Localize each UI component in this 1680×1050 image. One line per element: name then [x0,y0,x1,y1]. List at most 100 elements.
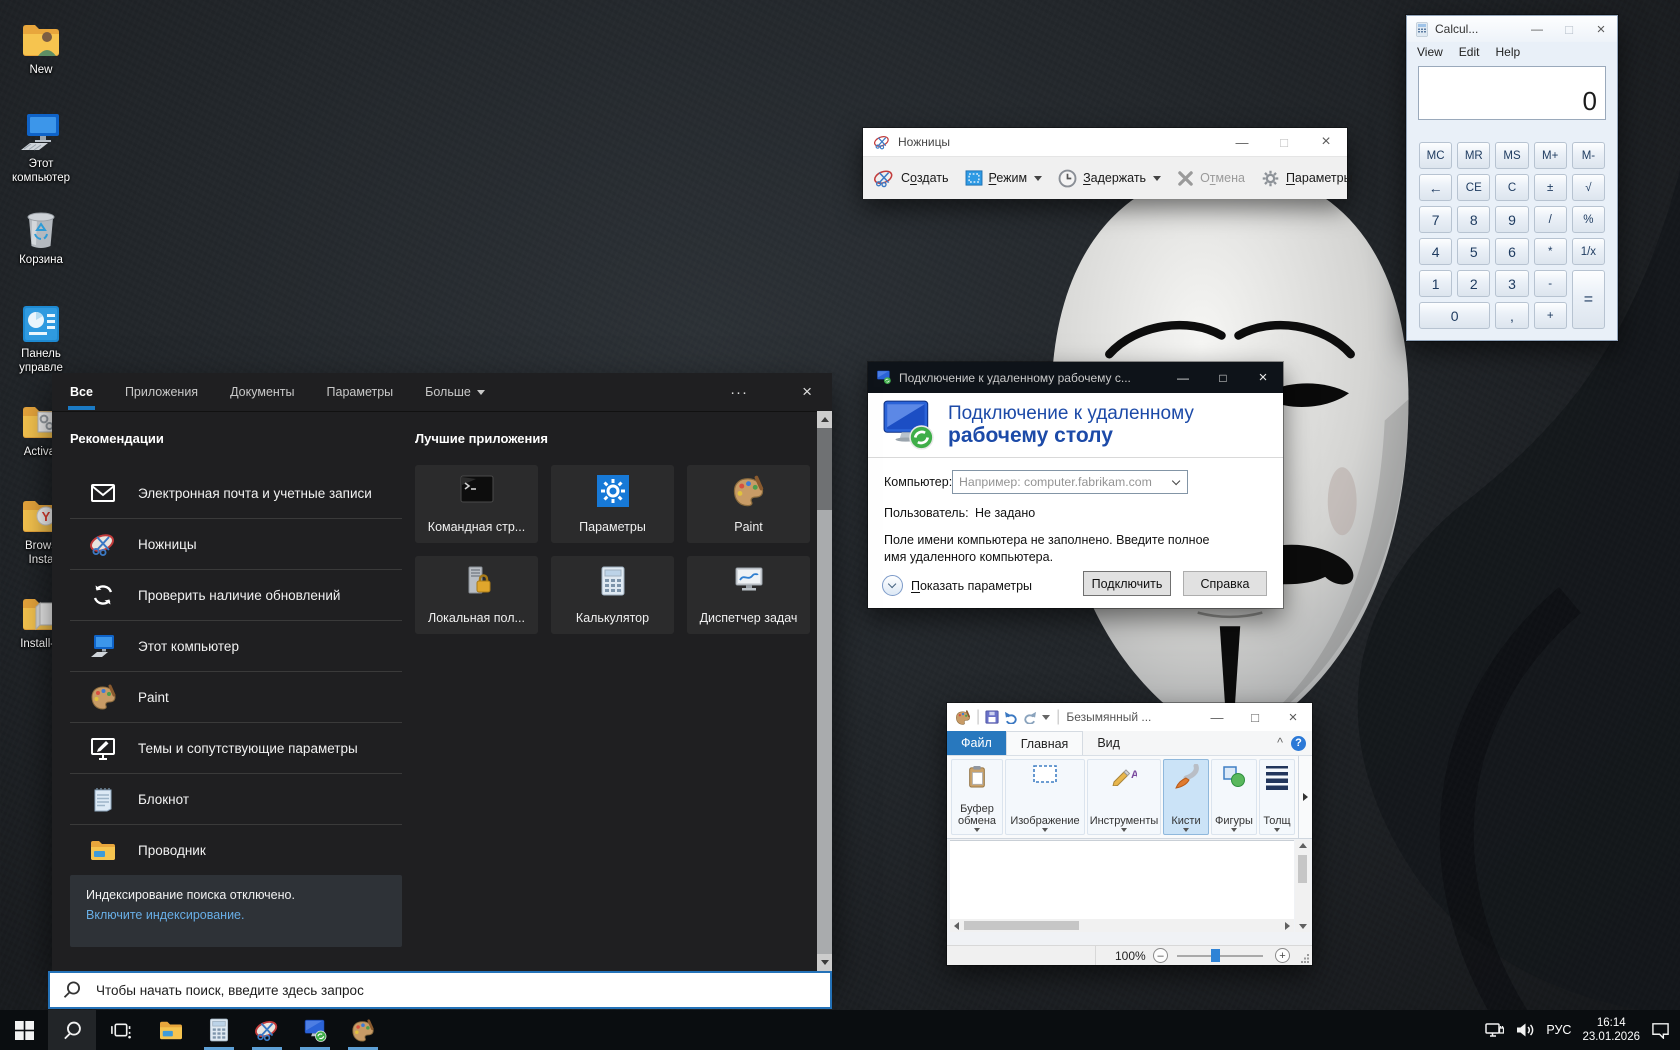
desktop-icon-this-pc[interactable]: Этот компьютер [2,106,80,185]
tile-paint[interactable]: Paint [687,465,810,543]
show-options-toggle[interactable]: Показать параметры [882,575,1032,596]
scrollbar-thumb[interactable] [964,921,1079,930]
key-2[interactable]: 2 [1457,270,1490,297]
maximize-button[interactable]: □ [1553,16,1585,42]
list-item-notepad[interactable]: Блокнот [70,773,402,824]
taskbar-snipping-button[interactable] [243,1010,291,1050]
key-backspace[interactable]: ← [1419,174,1452,201]
taskbar-clock[interactable]: 16:14 23.01.2026 [1582,1016,1640,1044]
tab-apps[interactable]: Приложения [125,385,198,399]
quick-access-dropdown-icon[interactable] [1042,715,1050,720]
image-group-button[interactable]: Изображение [1005,759,1085,835]
zoom-in-button[interactable]: + [1275,948,1290,963]
list-item-themes[interactable]: Темы и сопутствующие параметры [70,722,402,773]
key-5[interactable]: 5 [1457,238,1490,265]
tab-home[interactable]: Главная [1006,731,1084,755]
key-mplus[interactable]: M+ [1534,142,1567,169]
key-1[interactable]: 1 [1419,270,1452,297]
tile-cmd[interactable]: Командная стр... [415,465,538,543]
key-c[interactable]: C [1495,174,1528,201]
maximize-button[interactable]: □ [1203,362,1243,393]
key-percent[interactable]: % [1572,206,1605,233]
taskbar-search-button[interactable] [48,1010,96,1050]
tab-all[interactable]: Все [70,385,93,399]
list-item-paint[interactable]: Paint [70,671,402,722]
zoom-slider-track[interactable] [1177,955,1263,957]
list-item-this-pc[interactable]: Этот компьютер [70,620,402,671]
undo-button[interactable] [1004,711,1019,724]
help-button[interactable]: Справка [1183,571,1267,596]
minimize-button[interactable]: — [1521,16,1553,42]
minimize-button[interactable]: — [1163,362,1203,393]
key-mr[interactable]: MR [1457,142,1490,169]
scroll-down-button[interactable] [817,954,832,971]
menu-edit[interactable]: Edit [1459,45,1480,59]
key-minus[interactable]: - [1534,270,1567,297]
tab-documents[interactable]: Документы [230,385,294,399]
new-snip-button[interactable]: Создать [873,168,949,188]
panel-scrollbar[interactable] [817,411,832,971]
list-item-snipping[interactable]: Ножницы [70,518,402,569]
vertical-scrollbar[interactable] [1295,840,1310,932]
resize-grip-icon[interactable] [1301,954,1310,963]
key-divide[interactable]: / [1534,206,1567,233]
save-button[interactable] [985,710,999,724]
key-7[interactable]: 7 [1419,206,1452,233]
list-item-mail[interactable]: Электронная почта и учетные записи [70,468,402,518]
minimize-button[interactable]: — [1198,703,1236,731]
collapse-ribbon-button[interactable]: ^ [1277,731,1283,755]
ribbon-scroll-right-button[interactable] [1298,756,1312,838]
enable-indexing-link[interactable]: Включите индексирование. [86,908,386,922]
key-9[interactable]: 9 [1495,206,1528,233]
line-weight-group-button[interactable]: Толщ [1259,759,1295,835]
tab-settings[interactable]: Параметры [327,385,394,399]
list-item-explorer[interactable]: Проводник [70,824,402,875]
key-multiply[interactable]: * [1534,238,1567,265]
calculator-title-bar[interactable]: Calcul... — □ × [1407,16,1617,42]
tile-settings[interactable]: Параметры [551,465,674,543]
maximize-button[interactable]: □ [1236,703,1274,731]
tile-calculator[interactable]: Калькулятор [551,556,674,634]
paint-canvas[interactable] [950,840,1294,919]
language-indicator[interactable]: РУС [1546,1023,1571,1037]
key-8[interactable]: 8 [1457,206,1490,233]
rdp-title-bar[interactable]: Подключение к удаленному рабочему с... —… [868,362,1283,393]
close-button[interactable]: × [1274,703,1312,731]
key-0[interactable]: 0 [1419,302,1490,329]
key-plus[interactable]: + [1534,302,1567,329]
scrollbar-thumb[interactable] [1298,855,1307,883]
key-3[interactable]: 3 [1495,270,1528,297]
key-6[interactable]: 6 [1495,238,1528,265]
taskbar-explorer-button[interactable] [147,1010,195,1050]
key-ce[interactable]: CE [1457,174,1490,201]
maximize-button[interactable]: □ [1263,128,1305,156]
action-center-icon[interactable] [1651,1021,1670,1039]
key-sqrt[interactable]: √ [1572,174,1605,201]
key-decimal[interactable]: , [1495,302,1528,329]
paint-title-bar[interactable]: | | Безымянный ... — □ × [947,703,1312,731]
key-negate[interactable]: ± [1534,174,1567,201]
scroll-up-button[interactable] [817,411,832,428]
tile-local-policy[interactable]: Локальная пол... [415,556,538,634]
taskbar-paint-button[interactable] [339,1010,387,1050]
shapes-group-button[interactable]: Фигуры [1211,759,1257,835]
cancel-button[interactable]: Отмена [1177,170,1245,187]
start-button[interactable] [0,1010,48,1050]
options-button[interactable]: Параметры [1261,169,1353,188]
delay-button[interactable]: Задержать [1058,169,1161,188]
search-input[interactable] [94,982,830,999]
key-4[interactable]: 4 [1419,238,1452,265]
close-button[interactable]: × [1305,128,1347,156]
brushes-group-button[interactable]: Кисти [1163,759,1209,835]
desktop-icon-recycle-bin[interactable]: Корзина [2,202,80,267]
help-button[interactable]: ? [1291,731,1306,755]
key-equals[interactable]: = [1572,270,1605,329]
desktop-icon-control-panel[interactable]: Панель управле [2,296,80,375]
zoom-slider-thumb[interactable] [1211,949,1220,962]
redo-button[interactable] [1022,711,1037,724]
mode-button[interactable]: Режим [965,170,1043,186]
taskbar-calculator-button[interactable] [195,1010,243,1050]
connect-button[interactable]: Подключить [1083,571,1171,596]
horizontal-scrollbar[interactable] [950,919,1294,932]
network-icon[interactable] [1484,1021,1504,1039]
